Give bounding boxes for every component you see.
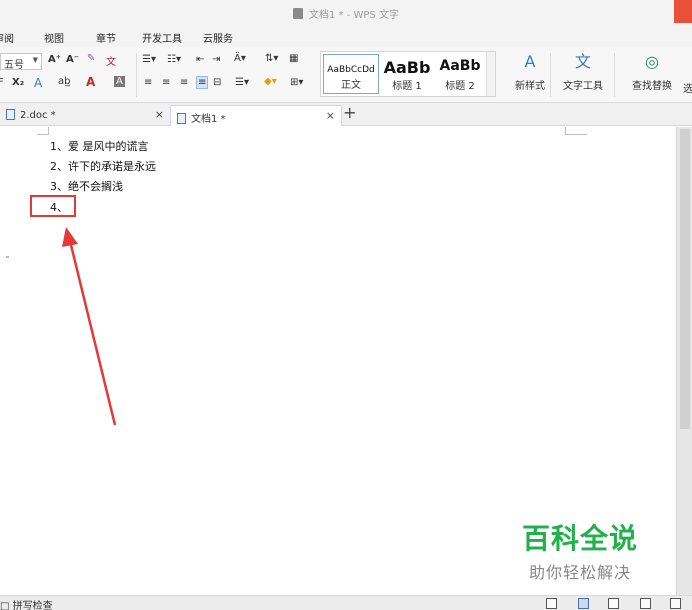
close-icon[interactable]: × [155, 108, 164, 121]
menu-item-chapter[interactable]: 章节 [96, 30, 116, 45]
focus-mode-icon[interactable] [546, 598, 557, 609]
new-style-icon: A [524, 52, 536, 71]
close-button[interactable] [674, 0, 692, 23]
text-tools-button[interactable]: 文 文字工具 [553, 51, 613, 99]
toolbar-divider [550, 53, 551, 97]
borders-icon[interactable]: ⊞▾ [290, 77, 303, 88]
reading-view-icon[interactable] [670, 598, 681, 609]
annotation-arrow-icon [62, 227, 117, 426]
menu-item-developer[interactable]: 开发工具 [142, 30, 182, 45]
font-color-icon[interactable]: A [86, 75, 95, 89]
highlight-color-icon[interactable]: ab̲ [58, 76, 70, 87]
char-shading-icon[interactable]: A [114, 76, 125, 87]
page-view-icon[interactable] [578, 598, 589, 609]
watermark: 百科全说 助你轻松解决 [500, 517, 660, 583]
distributed-align-icon[interactable]: ⊟ [213, 77, 221, 88]
text-effect-icon[interactable]: A [34, 76, 42, 90]
sort-icon[interactable]: ⇅▾ [265, 53, 278, 64]
watermark-subtitle: 助你轻松解决 [528, 563, 631, 582]
ribbon-toolbar: 五号 ▼ A⁺ A⁻ ✎ 文 F X₂ A ab̲ A A ☰▾ ☷▾ ⇤ ⇥ … [0, 47, 692, 103]
align-center-icon[interactable]: ≡ [162, 77, 170, 88]
style-normal[interactable]: AaBbCcDd 正文 [323, 54, 379, 94]
align-justify-icon[interactable]: ≡ [196, 76, 209, 89]
underline-icon[interactable]: F [0, 77, 4, 88]
gallery-scroll[interactable] [486, 52, 495, 96]
tab-2-doc[interactable]: 2.doc * × [0, 105, 170, 126]
line-spacing-icon[interactable]: ☰▾ [235, 77, 249, 88]
find-replace-icon: ◎ [645, 52, 659, 71]
spell-check-toggle[interactable]: □ 拼写检查 [0, 597, 53, 610]
file-icon [177, 113, 186, 124]
grow-font-button[interactable]: A⁺ [48, 54, 61, 65]
style-heading-2[interactable]: AaBb 标题 2 [434, 54, 486, 94]
decrease-indent-icon[interactable]: ⇤ [196, 54, 204, 65]
tab-document-1[interactable]: 文档1 * × [170, 105, 342, 126]
menu-bar: 审阅 视图 章节 开发工具 云服务 [0, 26, 692, 47]
menu-item-cloud[interactable]: 云服务 [203, 30, 233, 45]
shrink-font-button[interactable]: A⁻ [66, 54, 79, 65]
find-replace-button[interactable]: ◎ 查找替换 [622, 51, 682, 99]
new-tab-plus-icon[interactable]: + [343, 103, 356, 122]
wps-doc-icon [293, 8, 304, 19]
page-margin-marker [565, 127, 587, 135]
style-gallery: AaBbCcDd 正文 AaBb 标题 1 AaBb 标题 2 [320, 51, 496, 97]
new-style-button[interactable]: A 新样式 [500, 51, 560, 99]
toolbar-divider [136, 53, 137, 97]
select-button[interactable]: 选 [683, 80, 692, 95]
scrollbar-thumb[interactable] [680, 129, 690, 429]
shading-fill-icon[interactable]: ◆▾ [264, 76, 277, 87]
status-bar: □ 拼写检查 [0, 595, 692, 610]
subscript-button[interactable]: X₂ [12, 77, 24, 88]
increase-indent-icon[interactable]: ⇥ [212, 54, 220, 65]
align-left-icon[interactable]: ≡ [144, 77, 152, 88]
change-case-icon[interactable]: Ä▾ [234, 53, 246, 64]
window-title: 文档1 * - WPS 文字 [0, 6, 692, 21]
table-grid-icon[interactable]: ▦ [289, 53, 298, 64]
close-icon[interactable]: × [326, 109, 335, 122]
chevron-down-icon: ▼ [32, 56, 38, 64]
menu-item-view[interactable]: 视图 [44, 30, 64, 45]
watermark-title: 百科全说 [521, 522, 638, 555]
file-icon [6, 109, 15, 120]
align-right-icon[interactable]: ≡ [180, 77, 188, 88]
vertical-scrollbar[interactable] [676, 127, 692, 595]
title-bar: 文档1 * - WPS 文字 [0, 0, 692, 26]
menu-item-review[interactable]: 审阅 [0, 30, 14, 45]
web-view-icon[interactable] [640, 598, 651, 609]
toolbar-divider [614, 53, 615, 97]
document-canvas[interactable]: 1、爱 是风中的谎言 2、许下的承诺是永远 3、绝不会搁浅 4、 百科全说 助你… [0, 127, 676, 595]
phonetic-guide-icon[interactable]: 文 [106, 53, 116, 68]
numbered-list-icon[interactable]: ☷▾ [167, 54, 181, 65]
outline-view-icon[interactable] [608, 598, 619, 609]
bullet-list-icon[interactable]: ☰▾ [142, 54, 156, 65]
style-heading-1[interactable]: AaBb 标题 1 [381, 54, 433, 94]
font-size-select[interactable]: 五号 ▼ [0, 53, 42, 71]
clear-format-icon[interactable]: ✎ [87, 53, 95, 64]
text-tools-icon: 文 [574, 52, 591, 71]
